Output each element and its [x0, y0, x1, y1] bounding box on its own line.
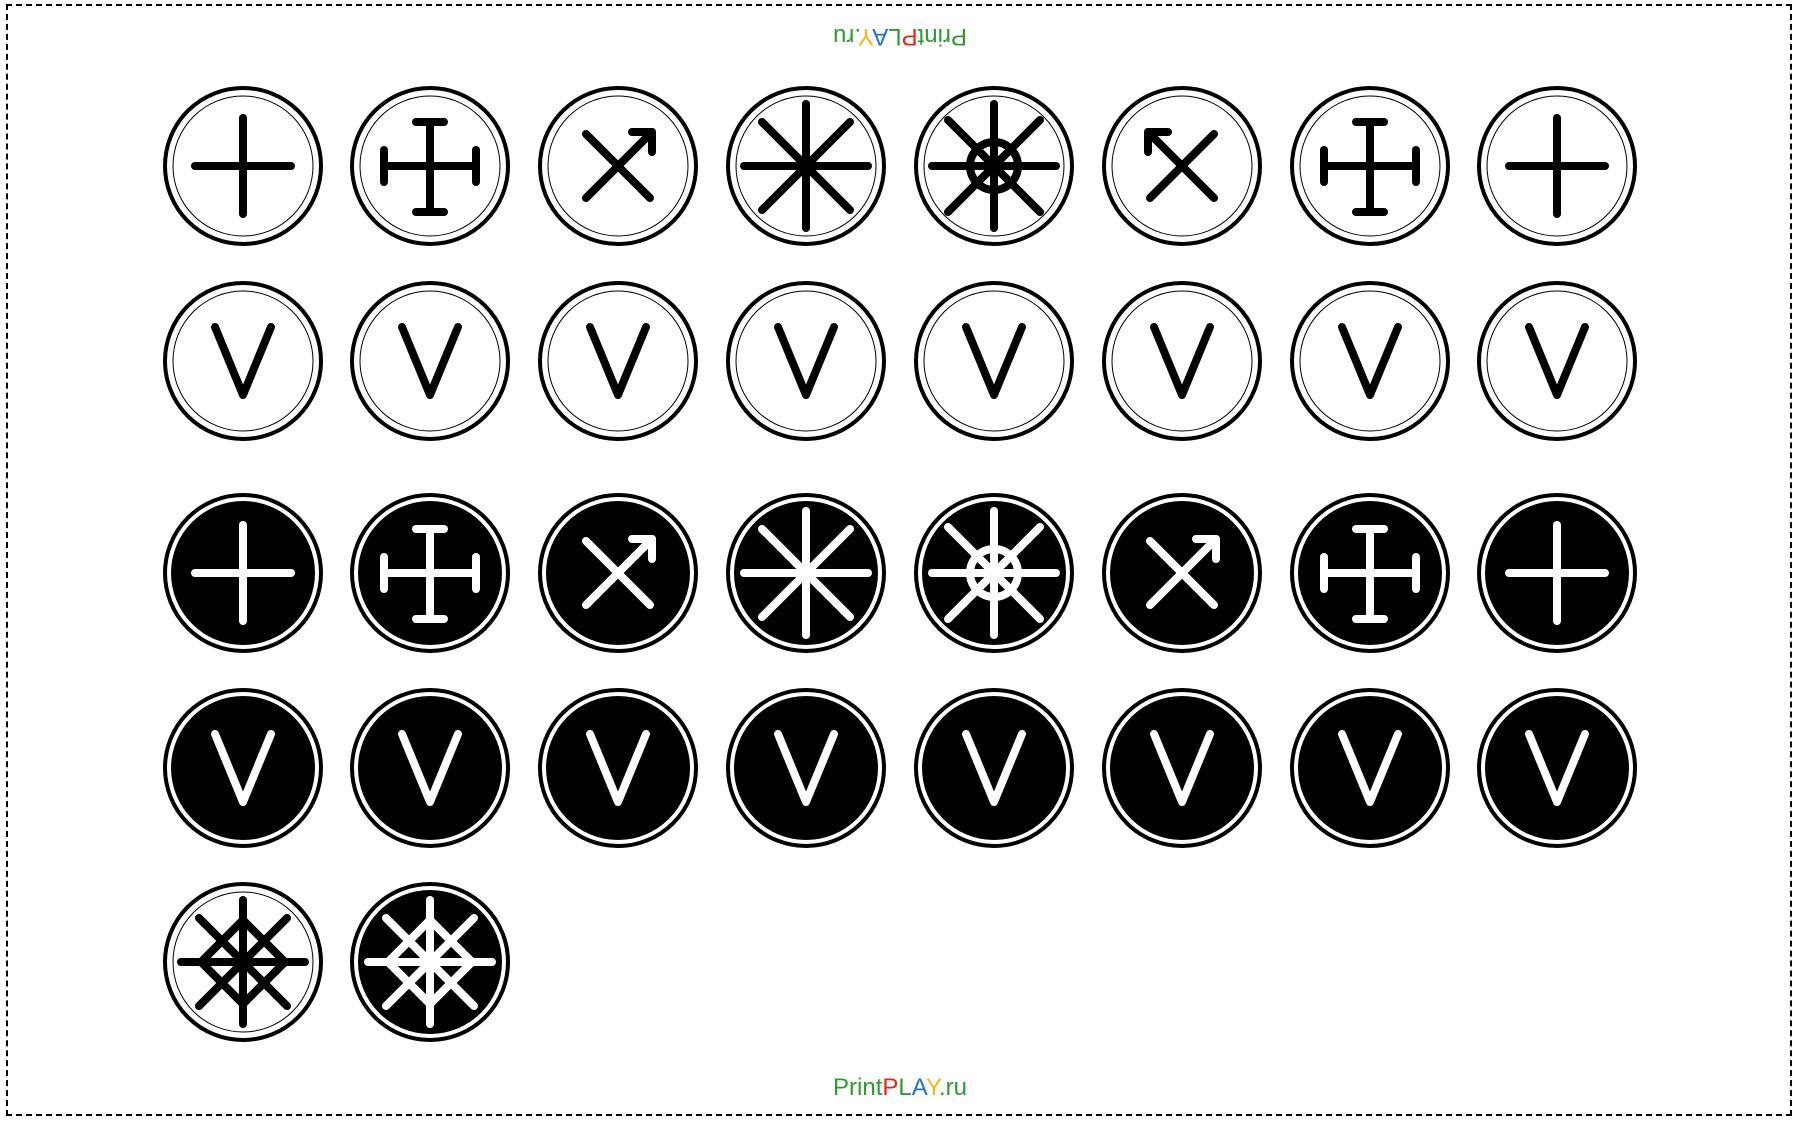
v-icon	[1290, 281, 1450, 441]
token-v-black	[161, 686, 325, 850]
anchor-cross-icon	[1290, 493, 1450, 653]
v-icon	[350, 688, 510, 848]
token-net-star-black	[348, 880, 512, 1044]
token-wheel-black	[912, 491, 1076, 655]
arrow-x-right-icon	[538, 86, 698, 246]
token-v-white	[1100, 279, 1264, 443]
v-icon	[1477, 688, 1637, 848]
brand-logo-top: PrintPLAY.ru	[0, 22, 1800, 50]
brand-part: Print	[833, 1074, 883, 1101]
v-icon	[1290, 688, 1450, 848]
asterisk-8-icon	[726, 86, 886, 246]
token-anchor-cross-black	[1288, 491, 1452, 655]
token-v-black	[912, 686, 1076, 850]
v-icon	[1477, 281, 1637, 441]
anchor-cross-icon	[1290, 86, 1450, 246]
plus-icon	[1477, 86, 1637, 246]
brand-logo-bottom: PrintPLAY.ru	[0, 1074, 1800, 1102]
brand-part: L	[888, 23, 902, 50]
token-arrow-x-right-black	[536, 491, 700, 655]
anchor-cross-icon	[350, 493, 510, 653]
v-icon	[726, 688, 886, 848]
brand-part: P	[882, 1074, 899, 1101]
token-wheel-white	[912, 84, 1076, 248]
token-v-white	[1475, 279, 1639, 443]
token-v-black	[724, 686, 888, 850]
plus-icon	[163, 493, 323, 653]
arrow-x-right-icon	[538, 493, 698, 653]
token-v-white	[912, 279, 1076, 443]
token-asterisk-8-black	[724, 491, 888, 655]
anchor-cross-icon	[350, 86, 510, 246]
brand-part: A	[911, 1074, 927, 1101]
v-icon	[726, 281, 886, 441]
v-icon	[350, 281, 510, 441]
token-v-black	[348, 686, 512, 850]
token-v-black	[1288, 686, 1452, 850]
brand-part: Y	[926, 1074, 939, 1101]
token-arrow-x-right-white	[536, 84, 700, 248]
token-v-white	[724, 279, 888, 443]
token-anchor-cross-black	[348, 491, 512, 655]
brand-part: L	[898, 1074, 912, 1101]
token-v-black	[536, 686, 700, 850]
token-arrow-x-right-black	[1100, 491, 1264, 655]
arrow-x-right-icon	[1102, 493, 1262, 653]
token-v-black	[1475, 686, 1639, 850]
brand-part: Print	[917, 23, 967, 50]
token-net-star-white	[161, 880, 325, 1044]
net-star-icon	[350, 882, 510, 1042]
plus-icon	[163, 86, 323, 246]
token-arrow-x-left-white	[1100, 84, 1264, 248]
token-asterisk-8-white	[724, 84, 888, 248]
wheel-icon	[914, 86, 1074, 246]
v-icon	[538, 688, 698, 848]
plus-icon	[1477, 493, 1637, 653]
v-icon	[538, 281, 698, 441]
brand-part: A	[873, 23, 889, 50]
token-v-white	[536, 279, 700, 443]
brand-part: .ru	[938, 1074, 967, 1101]
arrow-x-left-icon	[1102, 86, 1262, 246]
token-plus-black	[161, 491, 325, 655]
token-v-black	[1100, 686, 1264, 850]
token-v-white	[348, 279, 512, 443]
v-icon	[163, 688, 323, 848]
token-anchor-cross-white	[1288, 84, 1452, 248]
token-plus-black	[1475, 491, 1639, 655]
token-anchor-cross-white	[348, 84, 512, 248]
token-v-white	[1288, 279, 1452, 443]
v-icon	[1102, 281, 1262, 441]
v-icon	[163, 281, 323, 441]
net-star-icon	[163, 882, 323, 1042]
brand-part: Y	[861, 23, 874, 50]
token-v-white	[161, 279, 325, 443]
v-icon	[914, 281, 1074, 441]
brand-part: P	[901, 23, 918, 50]
brand-part: .ru	[833, 23, 862, 50]
v-icon	[1102, 688, 1262, 848]
v-icon	[914, 688, 1074, 848]
token-plus-white	[161, 84, 325, 248]
asterisk-8-icon	[726, 493, 886, 653]
token-plus-white	[1475, 84, 1639, 248]
wheel-icon	[914, 493, 1074, 653]
